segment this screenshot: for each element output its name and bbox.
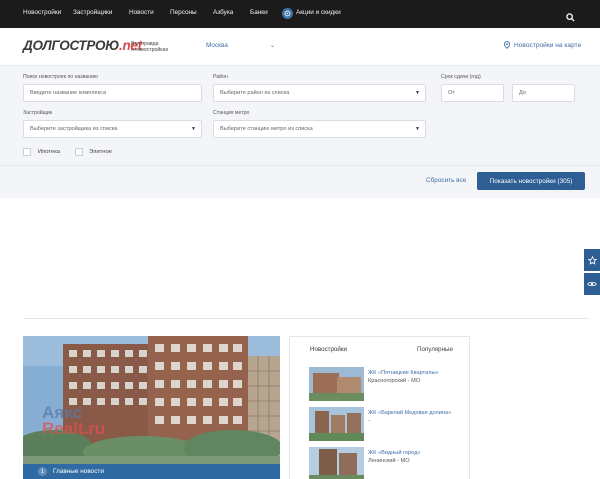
- news-number-badge: 1: [38, 467, 47, 476]
- metro-select[interactable]: Выберите станцию метро из списка ▼: [213, 120, 426, 138]
- list-item[interactable]: ЖК «Пятницкие Кварталы» Красногорский - …: [309, 367, 459, 401]
- complex-location: -: [368, 418, 370, 424]
- developer-select-value: Выберите застройщика из списка: [30, 126, 118, 132]
- complex-thumbnail: [309, 447, 364, 479]
- list-item[interactable]: ЖК «Видный город» Ленинский - МО: [309, 447, 459, 479]
- deadline-to-input[interactable]: До: [512, 84, 575, 102]
- district-select[interactable]: Выберите район из списка ▼: [213, 84, 426, 102]
- show-results-button[interactable]: Показать новостройки (305): [477, 172, 585, 190]
- complex-location: Ленинский - МО: [368, 458, 410, 464]
- star-icon: [587, 255, 597, 265]
- section-divider: [23, 318, 589, 319]
- deadline-label: Срок сдачи (год): [441, 74, 481, 80]
- map-link-label: Новостройки на карте: [514, 41, 582, 49]
- top-navigation-bar: Новостройки Застройщики Новости Персоны …: [0, 0, 600, 28]
- nav-persons[interactable]: Персоны: [170, 9, 197, 16]
- nav-banks[interactable]: Банки: [250, 9, 268, 16]
- nav-promotions[interactable]: Акции и скидки: [296, 9, 341, 16]
- site-header: ДОЛГОСТРОЮ.net Вся правда о новостройках…: [0, 28, 600, 66]
- discount-icon: [282, 8, 293, 19]
- caret-down-icon: ▼: [415, 126, 420, 132]
- mortgage-label[interactable]: Ипотека: [38, 149, 60, 155]
- list-item[interactable]: ЖК «Барклай Медовая долина» -: [309, 407, 459, 441]
- mortgage-checkbox[interactable]: [23, 148, 31, 156]
- elite-label[interactable]: Элитное: [89, 149, 112, 155]
- developer-label: Застройщик: [23, 110, 53, 116]
- nav-new-buildings[interactable]: Новостройки: [23, 9, 61, 16]
- news-image[interactable]: Аякс Realt.ru: [23, 336, 280, 479]
- viewed-tab[interactable]: [584, 273, 600, 295]
- news-title[interactable]: Главные новости: [53, 468, 104, 475]
- reset-filters-link[interactable]: Сбросить все: [426, 177, 466, 184]
- complex-thumbnail: [309, 367, 364, 401]
- complex-location: Красногорский - МО: [368, 378, 421, 384]
- district-select-value: Выберите район из списка: [220, 90, 290, 96]
- nav-abc[interactable]: Азбука: [213, 9, 233, 16]
- metro-select-value: Выберите станцию метро из списка: [220, 126, 313, 132]
- search-icon[interactable]: [566, 9, 575, 22]
- site-tagline: Вся правда о новостройках: [131, 41, 169, 53]
- news-caption-bar[interactable]: 1 Главные новости: [23, 464, 280, 479]
- caret-down-icon: ▼: [415, 90, 420, 96]
- search-label: Поиск новостроек по названию: [23, 74, 98, 80]
- nav-news[interactable]: Новости: [129, 9, 154, 16]
- logo-text: ДОЛГОСТРОЮ: [23, 38, 120, 53]
- developer-select[interactable]: Выберите застройщика из списка ▼: [23, 120, 202, 138]
- watermark: Аякс Realt.ru: [42, 404, 106, 438]
- complex-name[interactable]: ЖК «Барклай Медовая долина»: [368, 410, 451, 416]
- site-logo[interactable]: ДОЛГОСТРОЮ.net: [23, 38, 142, 53]
- complex-name[interactable]: ЖК «Пятницкие Кварталы»: [368, 370, 439, 376]
- deadline-from-input[interactable]: От: [441, 84, 504, 102]
- elite-checkbox[interactable]: [75, 148, 83, 156]
- nav-developers[interactable]: Застройщики: [73, 9, 112, 16]
- map-link[interactable]: Новостройки на карте: [503, 41, 581, 49]
- chevron-down-icon[interactable]: ⌄: [270, 42, 275, 49]
- complex-thumbnail: [309, 407, 364, 441]
- search-input[interactable]: Введите название комплекса: [23, 84, 202, 102]
- map-pin-icon: [503, 41, 511, 49]
- complex-name[interactable]: ЖК «Видный город»: [368, 450, 421, 456]
- watermark-line-2: Realt.ru: [42, 419, 106, 438]
- district-label: Район: [213, 74, 228, 80]
- filter-actions: Сбросить все Показать новостройки (305): [0, 165, 600, 198]
- listing-panel: Новостройки Популярные ЖК «Пятницкие Ква…: [289, 336, 470, 479]
- city-selector[interactable]: Москва: [206, 42, 228, 49]
- tab-new-buildings[interactable]: Новостройки: [310, 346, 347, 353]
- listing-tabs: Новостройки Популярные: [290, 337, 469, 359]
- metro-label: Станция метро: [213, 110, 250, 116]
- eye-icon: [587, 281, 597, 287]
- tab-popular[interactable]: Популярные: [417, 346, 453, 353]
- caret-down-icon: ▼: [191, 126, 196, 132]
- favorites-tab[interactable]: [584, 249, 600, 271]
